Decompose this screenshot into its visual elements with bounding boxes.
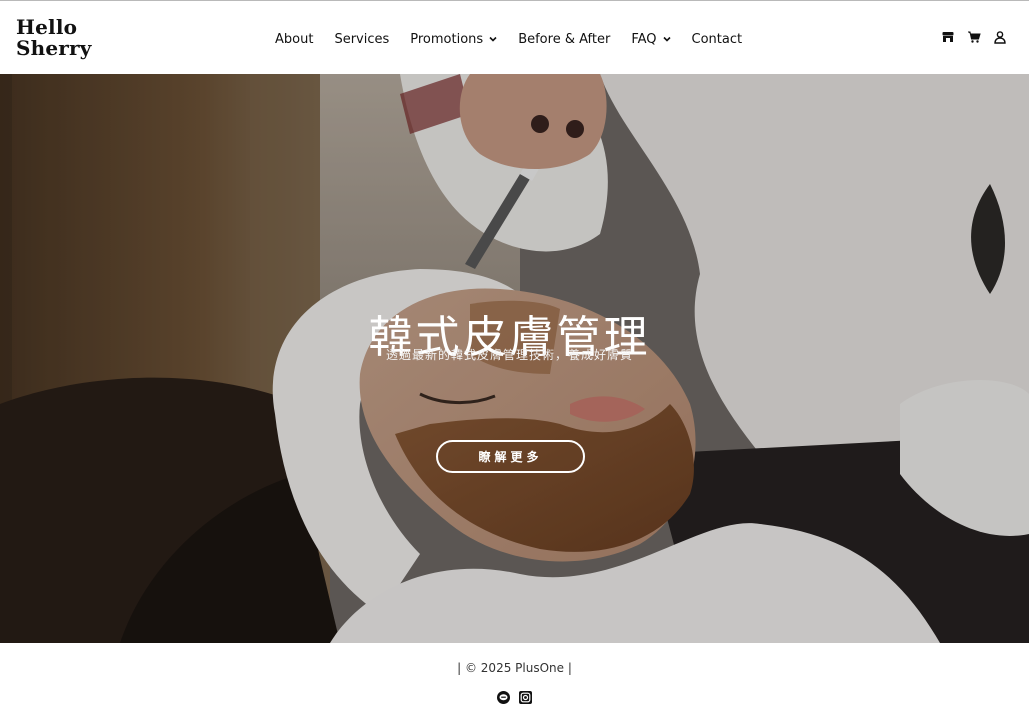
hero-subtitle: 透過最新的韓式皮膚管理技術，養成好膚質 — [385, 348, 633, 362]
nav-item-label: FAQ — [631, 31, 657, 47]
store-icon[interactable] — [941, 30, 955, 44]
main-nav: About Services Promotions Before & After… — [275, 30, 763, 48]
instagram-icon[interactable] — [519, 691, 532, 704]
site-header: Hello Sherry About Services Promotions B… — [0, 0, 1029, 74]
nav-item-contact[interactable]: Contact — [692, 32, 743, 47]
nav-item-label: Promotions — [410, 31, 484, 47]
page: Hello Sherry About Services Promotions B… — [0, 0, 1029, 725]
nav-item-label: Contact — [691, 31, 743, 47]
nav-item-promotions[interactable]: Promotions — [410, 32, 497, 47]
line-icon[interactable] — [497, 691, 510, 704]
nav-item-about[interactable]: About — [275, 32, 313, 47]
nav-item-label: Before & After — [518, 31, 611, 47]
nav-item-label: Services — [334, 31, 390, 47]
learn-more-button-label: 瞭解更多 — [478, 450, 543, 464]
brand-logo[interactable]: Hello Sherry — [16, 17, 92, 59]
chevron-down-icon — [489, 36, 497, 42]
nav-item-faq[interactable]: FAQ — [631, 31, 671, 47]
brand-line-1: Hello — [16, 15, 78, 39]
chevron-down-icon — [662, 36, 671, 42]
copyright-text: | © 2025 PlusOne | — [457, 661, 572, 675]
header-actions — [929, 30, 1007, 44]
cart-icon[interactable] — [967, 30, 981, 44]
hero-section: 韓式皮膚管理 透過最新的韓式皮膚管理技術，養成好膚質 瞭解更多 — [0, 74, 1029, 643]
nav-item-services[interactable]: Services — [334, 32, 389, 47]
learn-more-button[interactable]: 瞭解更多 — [436, 440, 585, 473]
nav-item-before-after[interactable]: Before & After — [518, 32, 610, 47]
nav-item-label: About — [275, 31, 314, 47]
brand-line-2: Sherry — [16, 36, 92, 60]
social-links — [497, 691, 541, 704]
site-footer: | © 2025 PlusOne | — [0, 643, 1029, 725]
user-icon[interactable] — [993, 30, 1007, 44]
